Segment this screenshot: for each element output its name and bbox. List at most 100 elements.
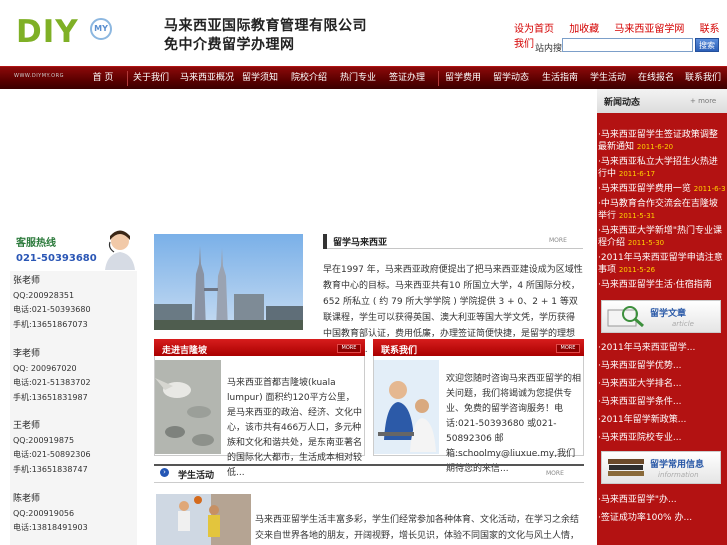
article-item[interactable]: ·马来西亚大学排名... (598, 378, 726, 390)
nav-item-overview[interactable]: 马来西亚概况 (179, 67, 235, 90)
nav-item-contact[interactable]: 联系我们 (683, 67, 723, 90)
students-photo[interactable] (374, 360, 439, 454)
contact-card-1: 张老师 QQ:200928351 电话:021-50393680 手机:1365… (13, 274, 91, 332)
main-nav: WWW.DIYMY.ORG 首 页 关于我们 马来西亚概况 留学须知 院校介绍 … (0, 66, 727, 89)
activity-more-link[interactable]: MORE (546, 470, 564, 477)
contact-qq[interactable]: QQ:200919056 (13, 507, 88, 522)
intro-title: 留学马来西亚 (333, 238, 388, 248)
nav-item-news[interactable]: 留学动态 (491, 67, 531, 90)
kl-section-body: 马来西亚首都吉隆坡(kuala lumpur) 面积约120平方公里，是马来西亚… (154, 356, 365, 478)
intro-more-link[interactable]: MORE (549, 237, 567, 244)
petronas-towers-photo[interactable] (154, 234, 303, 330)
header: DIY MY 马来西亚国际教育管理有限公司 免中介费留学办理网 设为首页 加收藏… (0, 0, 727, 66)
news-list: ·马来西亚留学生签证政策调整最新通知 2011-6-20 ·马来西亚私立大学招生… (598, 129, 726, 294)
nav-item-living[interactable]: 生活指南 (540, 67, 580, 90)
company-line-1: 马来西亚国际教育管理有限公司 (164, 18, 367, 34)
news-item[interactable]: ·马来西亚留学费用一览 2011-6-3 (598, 183, 726, 195)
hotline-banner: 客服热线 021-50393680 (10, 226, 137, 271)
kl-section-header: 走进吉隆坡 MORE (154, 339, 365, 356)
nav-items: 首 页 关于我们 马来西亚概况 留学须知 院校介绍 热门专业 签证办理 留学费用… (83, 67, 727, 90)
news-item[interactable]: ·马来西亚留学生签证政策调整最新通知 2011-6-20 (598, 129, 726, 153)
news-date: 2011-6-20 (636, 143, 674, 151)
contact-name: 王老师 (13, 421, 41, 431)
pigeons-photo[interactable] (155, 360, 221, 454)
contact-section-body: 欢迎您随时咨询马来西亚留学的相关问题，我们将竭诚为您提供专业、免费的留学咨询服务… (373, 356, 584, 474)
news-item[interactable]: ·马来西亚私立大学招生火热进行中 2011-6-17 (598, 156, 726, 180)
article-item[interactable]: ·马来西亚留学条件... (598, 396, 726, 408)
article-item[interactable]: ·马来西亚院校专业... (598, 432, 726, 444)
article-list: ·2011年马来西亚留学... ·马来西亚留学优势... ·马来西亚大学排名..… (598, 342, 726, 450)
link-add-favorite[interactable]: 加收藏 (569, 24, 599, 35)
news-date: 2011-6-3 (693, 185, 726, 193)
nav-divider (127, 71, 128, 86)
nav-item-activities[interactable]: 学生活动 (588, 67, 628, 90)
article-item[interactable]: ·马来西亚留学优势... (598, 360, 726, 372)
contact-name: 张老师 (13, 276, 41, 286)
intro-section-header: 留学马来西亚 MORE (323, 234, 583, 249)
contact-qq[interactable]: QQ:200928351 (13, 289, 91, 304)
contact-more-button[interactable]: MORE (556, 344, 580, 353)
site-logo[interactable]: DIY MY (16, 14, 116, 54)
kl-title: 走进吉隆坡 (162, 346, 208, 356)
support-agent-image (105, 230, 135, 270)
search-input[interactable] (562, 38, 693, 52)
activity-title: 学生活动 (178, 471, 215, 481)
hotline-phone: 021-50393680 (16, 253, 97, 264)
contact-mobile: 手机:13651838747 (13, 464, 88, 474)
right-column: 新闻动态 + more ·马来西亚留学生签证政策调整最新通知 2011-6-20… (597, 89, 727, 545)
article-banner-title: 留学文章 (650, 309, 687, 319)
contact-tel: 电话:13818491903 (13, 523, 88, 532)
nav-divider (438, 71, 439, 86)
link-set-homepage[interactable]: 设为首页 (514, 24, 554, 35)
nav-item-schools[interactable]: 院校介绍 (289, 67, 329, 90)
info-item[interactable]: ·签证成功率100% 办... (598, 512, 726, 524)
article-item[interactable]: ·2011年留学新政策... (598, 414, 726, 426)
left-column: 客服热线 021-50393680 张老师 QQ:200928351 电话:02… (10, 226, 137, 545)
info-banner-title: 留学常用信息 (650, 460, 705, 470)
contact-qq[interactable]: QQ:200919875 (13, 434, 91, 449)
contact-title: 联系我们 (381, 346, 418, 356)
activity-text: 马来西亚留学生活丰富多彩，学生们经常参加各种体育、文化活动，在学习之余结交来自世… (255, 515, 580, 541)
news-date: 2011-5-31 (618, 212, 656, 220)
contact-qq[interactable]: QQ: 200967020 (13, 362, 91, 377)
nav-item-fees[interactable]: 留学费用 (443, 67, 483, 90)
contact-text: 欢迎您随时咨询马来西亚留学的相关问题，我们将竭诚为您提供专业、免费的留学咨询服务… (446, 374, 582, 474)
contact-card-2: 李老师 QQ: 200967020 电话:021-51383702 手机:136… (13, 347, 91, 405)
news-item[interactable]: ·马来西亚大学新增"热门专业课程介绍 2011-5-30 (598, 225, 726, 249)
info-item[interactable]: ·马来西亚留学"办... (598, 494, 726, 506)
contact-section-header: 联系我们 MORE (373, 339, 584, 356)
news-item[interactable]: ·2011年马来西亚留学申请注意事项 2011-5-26 (598, 252, 726, 276)
arrow-icon: › (160, 468, 169, 477)
news-item[interactable]: ·马来西亚留学生活·住宿指南 (598, 279, 726, 291)
contact-card-3: 王老师 QQ:200919875 电话:021-50892306 手机:1365… (13, 419, 91, 477)
section-top-line (154, 464, 584, 466)
nav-item-about[interactable]: 关于我们 (131, 67, 171, 90)
contact-name: 陈老师 (13, 494, 41, 504)
nav-item-majors[interactable]: 热门专业 (338, 67, 378, 90)
magnifier-icon (607, 306, 644, 328)
article-banner-sub: article (672, 320, 694, 328)
contact-card-4: 陈老师 QQ:200919056 电话:13818491903 (13, 492, 88, 536)
search-button[interactable]: 搜索 (695, 38, 719, 52)
company-line-2: 免中介费留学办理网 (164, 37, 295, 53)
info-banner[interactable]: 留学常用信息 information (601, 451, 721, 484)
nav-item-signup[interactable]: 在线报名 (636, 67, 676, 90)
news-item[interactable]: ·中马教育合作交流会在吉隆坡举行 2011-5-31 (598, 198, 726, 222)
kl-more-button[interactable]: MORE (337, 344, 361, 353)
info-banner-sub: information (658, 471, 699, 479)
basketball-photo[interactable] (156, 494, 251, 545)
company-name: 马来西亚国际教育管理有限公司 免中介费留学办理网 (164, 17, 367, 55)
contact-tel: 电话:021-50393680 (13, 305, 91, 314)
article-banner[interactable]: 留学文章 article (601, 300, 721, 333)
nav-item-visa[interactable]: 签证办理 (387, 67, 427, 90)
logo-badge: MY (90, 18, 112, 40)
news-header: 新闻动态 + more (597, 89, 727, 113)
nav-brand: WWW.DIYMY.ORG (14, 73, 64, 79)
article-item[interactable]: ·2011年马来西亚留学... (598, 342, 726, 354)
link-malaysia-study[interactable]: 马来西亚留学网 (614, 24, 684, 35)
logo-text: DIY (16, 14, 79, 50)
news-date: 2011-6-17 (618, 170, 656, 178)
nav-item-notice[interactable]: 留学须知 (240, 67, 280, 90)
nav-item-home[interactable]: 首 页 (83, 67, 123, 90)
news-more-link[interactable]: + more (690, 97, 716, 105)
